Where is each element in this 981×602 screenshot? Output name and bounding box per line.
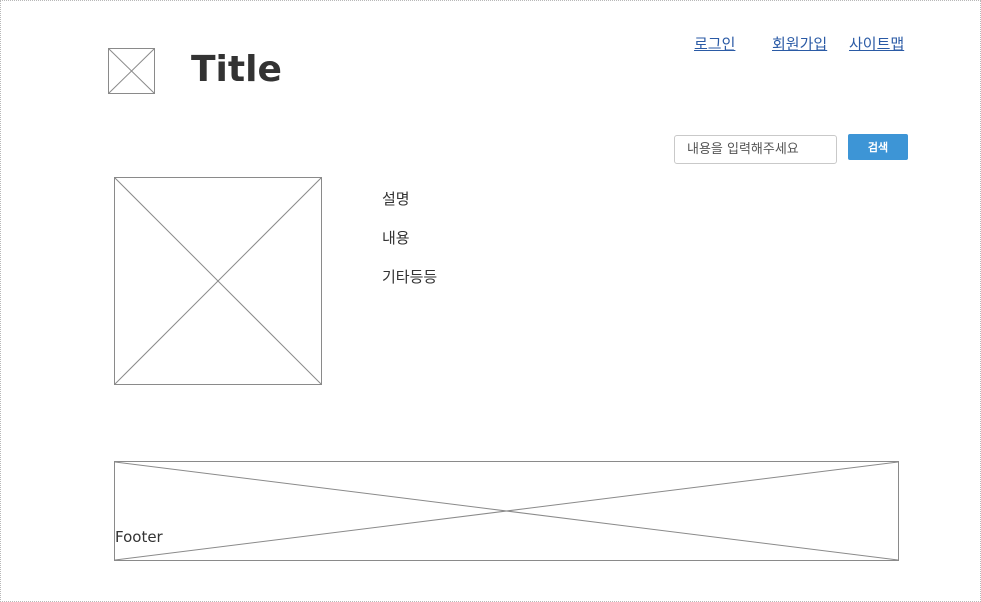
footer-label: Footer (115, 528, 163, 546)
description-text: 설명 (382, 190, 410, 208)
search-button[interactable]: 검색 (848, 134, 908, 160)
main-image-placeholder (114, 177, 322, 385)
image-placeholder-icon (115, 178, 321, 384)
etc-text: 기타등등 (382, 268, 438, 286)
logo-image-placeholder (108, 48, 155, 94)
footer: Footer (114, 461, 899, 561)
search-input[interactable] (674, 135, 837, 164)
image-placeholder-icon (115, 462, 898, 560)
image-placeholder-icon (109, 49, 154, 93)
login-link[interactable]: 로그인 (694, 34, 735, 54)
content-text: 내용 (382, 229, 410, 247)
signup-link[interactable]: 회원가입 (772, 34, 827, 54)
page-title: Title (191, 49, 282, 90)
sitemap-link[interactable]: 사이트맵 (849, 34, 904, 54)
